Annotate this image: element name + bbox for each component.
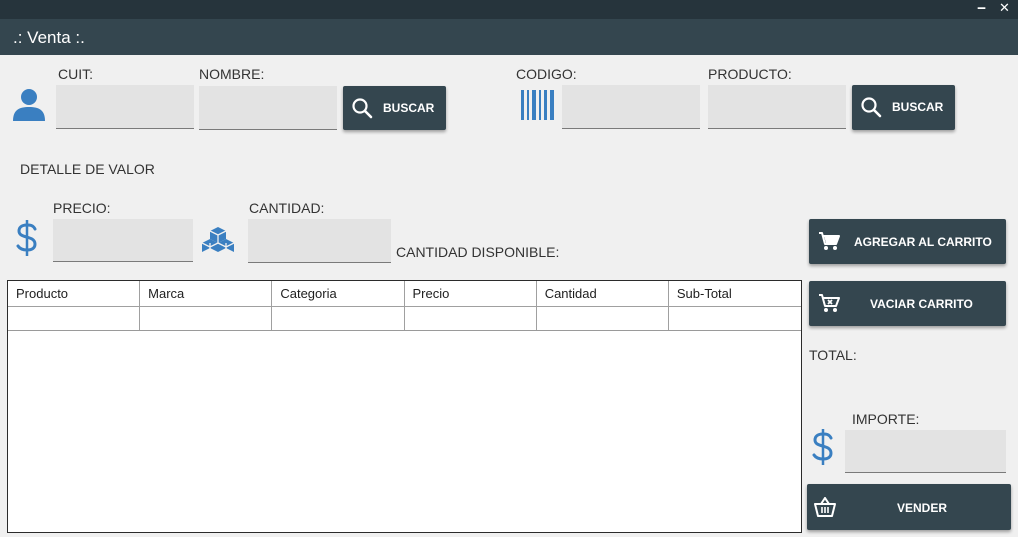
search-icon [352, 98, 373, 119]
nombre-field[interactable] [199, 86, 337, 130]
boxes-icon [202, 227, 234, 252]
cantidad-field[interactable] [248, 219, 391, 263]
agregar-al-carrito-button[interactable]: AGREGAR AL CARRITO [809, 219, 1006, 264]
column-header-cantidad[interactable]: Cantidad [536, 281, 669, 307]
total-label: TOTAL: [809, 347, 857, 363]
empty-cart-icon [819, 294, 840, 312]
column-header-marca[interactable]: Marca [140, 281, 273, 307]
vaciar-carrito-label: VACIAR CARRITO [870, 297, 973, 311]
table-cell[interactable] [140, 307, 273, 330]
producto-field[interactable] [708, 85, 846, 129]
cantidad-label: CANTIDAD: [249, 200, 325, 216]
precio-field[interactable] [53, 219, 193, 262]
cantidad-disponible-label: CANTIDAD DISPONIBLE: [396, 244, 560, 260]
vender-button[interactable]: VENDER [807, 484, 1011, 530]
vaciar-carrito-button[interactable]: VACIAR CARRITO [809, 281, 1006, 326]
minimize-button[interactable]: ‒ [977, 0, 986, 17]
buscar-producto-button[interactable]: BUSCAR [852, 85, 955, 130]
user-icon [13, 89, 45, 121]
buscar-cliente-button[interactable]: BUSCAR [343, 86, 446, 130]
table-cell[interactable] [8, 307, 141, 330]
producto-label: PRODUCTO: [708, 66, 792, 82]
column-header-subtotal[interactable]: Sub-Total [668, 281, 802, 307]
buscar-producto-label: BUSCAR [892, 100, 944, 114]
search-icon [861, 97, 882, 118]
table-row[interactable] [8, 307, 801, 331]
cuit-field[interactable] [56, 85, 194, 129]
basket-icon [814, 497, 836, 517]
agregar-al-carrito-label: AGREGAR AL CARRITO [854, 235, 992, 249]
cart-icon [819, 232, 840, 250]
nombre-label: NOMBRE: [199, 66, 265, 82]
cart-table[interactable]: Producto Marca Categoria Precio Cantidad… [7, 280, 802, 533]
table-cell[interactable] [405, 307, 537, 330]
vender-label: VENDER [897, 501, 948, 515]
table-cell[interactable] [537, 307, 669, 330]
detalle-section-label: DETALLE DE VALOR [20, 161, 155, 177]
column-header-precio[interactable]: Precio [404, 281, 537, 307]
buscar-cliente-label: BUSCAR [383, 101, 435, 115]
form-title: .: Venta :. [13, 28, 85, 47]
close-button[interactable]: ✕ [999, 0, 1010, 17]
table-header: Producto Marca Categoria Precio Cantidad… [8, 281, 802, 307]
cuit-label: CUIT: [58, 66, 93, 82]
dollar-icon [812, 429, 833, 465]
barcode-icon [521, 90, 554, 120]
codigo-label: CODIGO: [516, 66, 577, 82]
importe-field[interactable] [845, 430, 1006, 473]
column-header-producto[interactable]: Producto [8, 281, 141, 307]
form-header: .: Venta :. [0, 19, 1018, 55]
dollar-icon [16, 220, 37, 256]
codigo-field[interactable] [562, 85, 700, 129]
window-titlebar: ‒ ✕ [0, 0, 1018, 19]
table-cell[interactable] [669, 307, 801, 330]
table-cell[interactable] [272, 307, 405, 330]
precio-label: PRECIO: [53, 200, 111, 216]
importe-label: IMPORTE: [852, 411, 920, 427]
column-header-categoria[interactable]: Categoria [272, 281, 405, 307]
